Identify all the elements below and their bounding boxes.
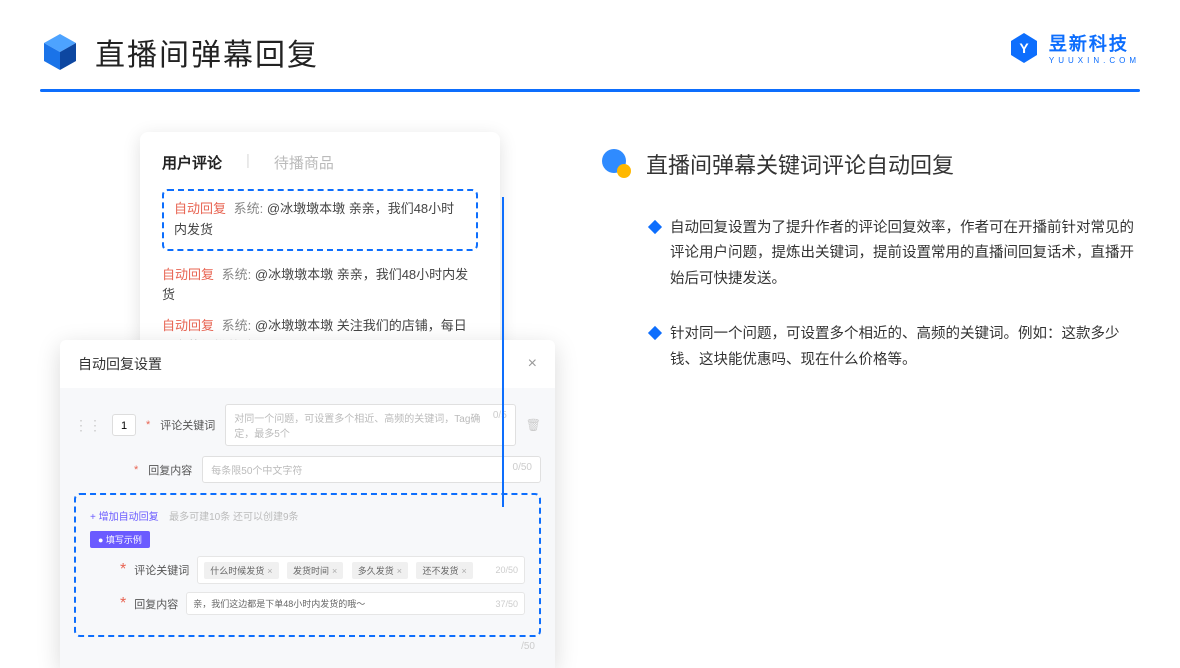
content-label: 回复内容 <box>148 462 192 478</box>
diamond-bullet-icon <box>648 326 662 340</box>
brand-mark-icon: Y <box>1007 31 1041 65</box>
close-icon[interactable]: × <box>528 355 537 373</box>
page-title: 直播间弹幕回复 <box>95 30 319 74</box>
drag-handle-icon[interactable]: ⋮⋮ <box>74 417 102 434</box>
brand-sub: YUUXIN.COM <box>1049 56 1140 65</box>
tab-separator: | <box>246 152 250 173</box>
content-count: 0/50 <box>513 462 532 477</box>
bullet-item: 针对同一个问题，可设置多个相近的、高频的关键词。例如：这款多少钱、这块能优惠吗、… <box>600 322 1140 373</box>
header: 直播间弹幕回复 Y 昱新科技 YUUXIN.COM <box>0 0 1180 89</box>
ex-content-count: 37/50 <box>495 599 518 609</box>
system-label: 系统: <box>222 318 252 333</box>
content-input[interactable]: 每条限50个中文字符 0/50 <box>202 456 541 483</box>
section-subtitle: 直播间弹幕关键词评论自动回复 <box>646 148 954 180</box>
connector-line <box>502 197 504 507</box>
ex-keyword-input[interactable]: 什么时候发货× 发货时间× 多久发货× 还不发货× 20/50 <box>197 556 525 584</box>
add-auto-reply-link[interactable]: + 增加自动回复 <box>90 512 159 523</box>
ex-content-input[interactable]: 亲，我们这边都是下单48小时内发货的哦～ 37/50 <box>186 592 525 615</box>
tail-count: /50 <box>74 637 541 652</box>
delete-icon[interactable]: 🗑 <box>526 418 541 432</box>
auto-reply-badge: 自动回复 <box>162 267 214 282</box>
keyword-count: 0/5 <box>493 410 507 440</box>
screenshots-column: 用户评论 | 待播商品 自动回复 系统: @冰墩墩本墩 亲亲，我们48小时内发货… <box>40 132 540 403</box>
diamond-bullet-icon <box>648 220 662 234</box>
tab-user-comments[interactable]: 用户评论 <box>162 152 222 173</box>
ex-kw-count: 20/50 <box>495 565 518 575</box>
tag-chip[interactable]: 还不发货× <box>416 562 472 579</box>
highlighted-comment: 自动回复 系统: @冰墩墩本墩 亲亲，我们48小时内发货 <box>162 189 478 251</box>
bullet-text: 自动回复设置为了提升作者的评论回复效率，作者可在开播前针对常见的评论用户问题，提… <box>670 216 1140 292</box>
add-hint: 最多可建10条 还可以创建9条 <box>169 512 298 523</box>
required-star: * <box>120 561 126 579</box>
ex-content-label: 回复内容 <box>134 596 178 612</box>
settings-title: 自动回复设置 <box>78 354 162 374</box>
required-star: * <box>146 419 150 431</box>
item-number: 1 <box>112 414 136 436</box>
brand-name: 昱新科技 <box>1049 30 1140 56</box>
tag-chip[interactable]: 多久发货× <box>352 562 408 579</box>
required-star: * <box>120 595 126 613</box>
required-star: * <box>134 464 138 476</box>
example-box: + 增加自动回复 最多可建10条 还可以创建9条 ● 填写示例 * 评论关键词 … <box>74 493 541 637</box>
system-label: 系统: <box>234 201 264 216</box>
keyword-input[interactable]: 对同一个问题，可设置多个相近、高频的关键词，Tag确定，最多5个 0/5 <box>225 404 515 446</box>
bullet-text: 针对同一个问题，可设置多个相近的、高频的关键词。例如：这款多少钱、这块能优惠吗、… <box>670 322 1140 373</box>
keyword-label: 评论关键词 <box>160 417 215 433</box>
system-label: 系统: <box>222 267 252 282</box>
brand-logo: Y 昱新科技 YUUXIN.COM <box>1007 30 1140 65</box>
auto-reply-badge: 自动回复 <box>162 318 214 333</box>
tag-chip[interactable]: 发货时间× <box>287 562 343 579</box>
settings-card: 自动回复设置 × ⋮⋮ 1 * 评论关键词 对同一个问题，可设置多个相近、高频的… <box>60 340 555 668</box>
svg-text:Y: Y <box>1019 40 1029 56</box>
chat-bubble-icon <box>600 147 634 181</box>
ex-keyword-label: 评论关键词 <box>134 562 189 578</box>
comment-row: 自动回复 系统: @冰墩墩本墩 亲亲，我们48小时内发货 <box>162 265 478 307</box>
auto-reply-badge: 自动回复 <box>174 201 226 216</box>
bullet-item: 自动回复设置为了提升作者的评论回复效率，作者可在开播前针对常见的评论用户问题，提… <box>600 216 1140 292</box>
tag-chip[interactable]: 什么时候发货× <box>204 562 278 579</box>
description-column: 直播间弹幕关键词评论自动回复 自动回复设置为了提升作者的评论回复效率，作者可在开… <box>600 132 1140 403</box>
example-badge: ● 填写示例 <box>90 531 150 548</box>
header-divider <box>40 89 1140 92</box>
tab-pending-goods[interactable]: 待播商品 <box>274 152 334 173</box>
cube-icon <box>40 32 80 72</box>
